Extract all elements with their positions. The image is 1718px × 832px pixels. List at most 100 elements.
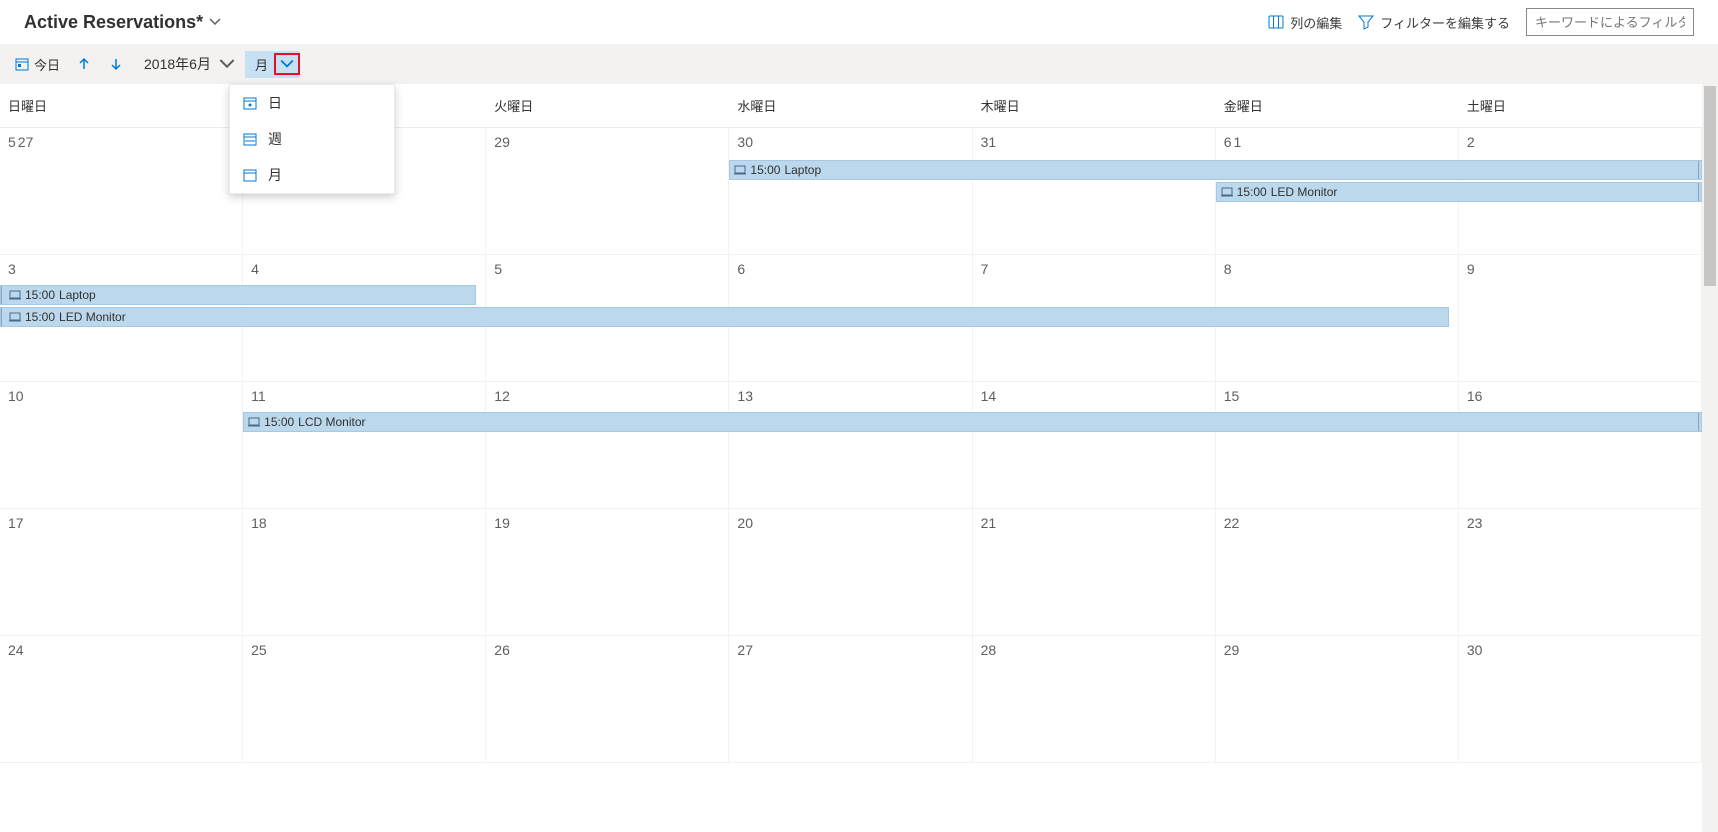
calendar-date: 8 [1224,261,1232,277]
view-option-day[interactable]: 日 [230,85,394,121]
calendar-date: 28 [981,642,997,658]
day-name: 木曜日 [973,84,1216,127]
event-label: Laptop [59,288,96,302]
calendar-cell[interactable]: 12 [486,382,729,509]
event-label: LED Monitor [59,310,126,324]
view-option-month-label: 月 [268,165,282,185]
calendar-month-icon [242,167,258,183]
calendar-cell[interactable]: 30 [1459,636,1702,763]
calendar-date: 10 [8,388,24,404]
arrow-up-icon [76,56,92,72]
edit-filters-button[interactable]: フィルターを編集する [1358,13,1510,32]
scrollbar[interactable] [1702,84,1718,832]
calendar-cell[interactable]: 26 [486,636,729,763]
calendar-today-icon [14,56,30,72]
view-option-week[interactable]: 週 [230,121,394,157]
calendar-cell[interactable]: 17 [0,509,243,636]
view-option-month[interactable]: 月 [230,157,394,193]
chevron-down-icon [219,56,235,72]
view-selector-dropdown-toggle[interactable] [274,53,300,75]
reservation-icon [9,311,21,323]
calendar-cell[interactable]: 22 [1216,509,1459,636]
calendar-date: 27 [737,642,753,658]
event-time: 15:00 [750,163,780,177]
calendar-cell[interactable]: 21 [973,509,1216,636]
calendar-cell[interactable]: 11 [243,382,486,509]
calendar-date: 2 [1467,134,1475,150]
event-led-monitor-cont[interactable]: 15:00 LED Monitor [0,307,1449,327]
month-label: 2018年6月 [140,54,215,74]
calendar-date: 17 [8,515,24,531]
calendar-cell[interactable]: 16 [1459,382,1702,509]
reservation-icon [9,289,21,301]
month-picker[interactable]: 2018年6月 [134,50,241,78]
event-laptop[interactable]: 15:00 Laptop [729,160,1702,180]
calendar-body: 5272829303161234567891011121314151617181… [0,128,1702,763]
calendar-date: 29 [1224,642,1240,658]
calendar-cell[interactable]: 31 [973,128,1216,255]
calendar-date: 16 [1467,388,1483,404]
calendar-date: 7 [981,261,989,277]
calendar-cell[interactable]: 24 [0,636,243,763]
event-time: 15:00 [264,415,294,429]
event-led-monitor[interactable]: 15:00 LED Monitor [1216,182,1702,202]
edit-columns-label: 列の編集 [1290,13,1342,32]
calendar-cell[interactable]: 29 [1216,636,1459,763]
view-selector[interactable]: 月 [245,51,300,78]
calendar-cell[interactable]: 10 [0,382,243,509]
arrow-down-icon [108,56,124,72]
view-option-day-label: 日 [268,93,282,113]
prev-button[interactable] [70,52,98,76]
reservation-icon [1221,186,1233,198]
calendar-cell[interactable]: 19 [486,509,729,636]
next-button[interactable] [102,52,130,76]
view-dropdown: 日 週 月 [229,84,395,194]
calendar-cell[interactable]: 18 [243,509,486,636]
chevron-down-icon [280,57,294,71]
calendar-day-icon [242,95,258,111]
event-time: 15:00 [25,310,55,324]
calendar-date: 19 [494,515,510,531]
calendar-date: 4 [251,261,259,277]
calendar-cell[interactable]: 30 [729,128,972,255]
columns-icon [1268,14,1284,30]
day-name: 金曜日 [1216,84,1459,127]
calendar-date: 12 [494,388,510,404]
calendar-cell[interactable]: 27 [729,636,972,763]
calendar-cell[interactable]: 20 [729,509,972,636]
event-laptop-cont[interactable]: 15:00 Laptop [0,285,476,305]
calendar-date: 31 [981,134,997,150]
event-lcd-monitor[interactable]: 15:00 LCD Monitor [243,412,1702,432]
calendar-cell[interactable]: 9 [1459,255,1702,382]
calendar-cell[interactable]: 13 [729,382,972,509]
calendar-date: 23 [1467,515,1483,531]
calendar-cell[interactable]: 15 [1216,382,1459,509]
calendar-cell[interactable]: 28 [973,636,1216,763]
calendar-date: 527 [8,134,33,150]
calendar-cell[interactable]: 23 [1459,509,1702,636]
calendar-cell[interactable]: 527 [0,128,243,255]
view-selector-current[interactable]: 月 [245,51,274,78]
day-name: 土曜日 [1459,84,1702,127]
search-input[interactable] [1526,8,1694,36]
calendar-date: 3 [8,261,16,277]
calendar-cell[interactable]: 29 [486,128,729,255]
calendar-date: 18 [251,515,267,531]
calendar-date: 22 [1224,515,1240,531]
page-header: Active Reservations* 列の編集 フィルターを編集する [0,0,1718,44]
calendar-cell[interactable]: 25 [243,636,486,763]
reservation-icon [248,416,260,428]
today-button[interactable]: 今日 [8,51,66,78]
chevron-down-icon [209,16,221,28]
calendar-cell[interactable]: 14 [973,382,1216,509]
header-actions: 列の編集 フィルターを編集する [1268,8,1694,36]
title-group[interactable]: Active Reservations* [24,12,1268,33]
scroll-thumb[interactable] [1704,86,1716,286]
event-time: 15:00 [25,288,55,302]
edit-columns-button[interactable]: 列の編集 [1268,13,1342,32]
event-label: LED Monitor [1271,185,1338,199]
view-label: 月 [255,55,268,74]
calendar: 日曜日 月曜日 火曜日 水曜日 木曜日 金曜日 土曜日 527282930316… [0,84,1702,832]
calendar-date: 29 [494,134,510,150]
edit-filters-label: フィルターを編集する [1380,13,1510,32]
